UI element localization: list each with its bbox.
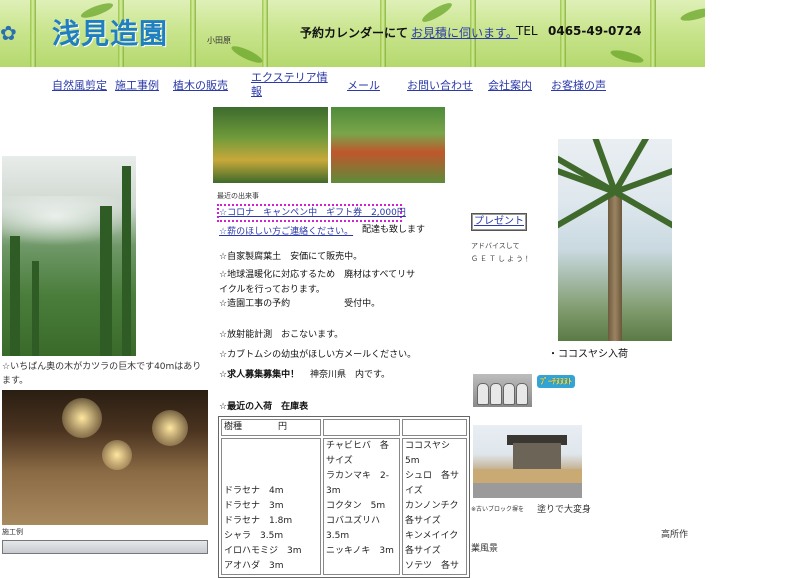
advice-line-1: アドバイスして <box>471 242 520 250</box>
leaf-decoration <box>679 5 705 24</box>
autumn-garden-photo <box>213 107 328 183</box>
stock-item: ニッキノキ 3m <box>326 546 394 556</box>
stock-col-2: チャビヒバ 各サイズ ラカンマキ 2-3m コクタン 5m コバユズリハ 3.5… <box>323 438 400 575</box>
header-banner: ✿ 浅見造園 小田原 予約カレンダーにて お見積に伺います。 TEL 0465-4… <box>0 0 705 67</box>
stock-item: カンノンチク 各サイズ <box>405 501 468 526</box>
table-header <box>323 419 400 436</box>
stock-item: チャビヒバ 各サイズ <box>326 441 389 466</box>
nav-mail[interactable]: メール <box>347 77 380 93</box>
figurine-shape <box>490 383 502 405</box>
figurine-shape <box>477 383 489 405</box>
leaf-decoration <box>229 43 265 66</box>
stock-item: ラカンマキ 2-3m <box>326 471 389 496</box>
lamp-light <box>62 398 102 438</box>
stock-item: シャラ 3.5m <box>224 531 284 541</box>
leaf-mold-line: ☆自家製腐葉土 安価にて販売中。 <box>219 252 363 262</box>
leaf-decoration <box>609 47 645 66</box>
bamboo-decoration <box>262 0 268 67</box>
mist-overlay <box>2 196 136 246</box>
bamboo-decoration <box>30 0 36 67</box>
stock-col-1: ドラセナ 4m ドラセナ 3m ドラセナ 1.8m シャラ 3.5m イロハモミ… <box>221 438 321 575</box>
figurine-shape <box>503 383 515 405</box>
house-wall-photo <box>473 425 582 498</box>
firewood-tail: 配達も致します <box>362 225 426 235</box>
reservation-line: ☆造園工事の予約 受付中。 <box>219 299 381 309</box>
palm-frond <box>613 189 672 230</box>
beetle-line: ☆カブトムシの幼虫がほしい方メールください。 <box>219 350 417 360</box>
table-header-row: 樹種 円 <box>221 419 467 436</box>
stock-item: ドラセナ 1.8m <box>224 516 293 526</box>
road <box>473 483 582 498</box>
firewood-link[interactable]: ☆薪のほしい方ご連絡ください。 <box>219 224 353 237</box>
bottom-photo <box>2 540 208 554</box>
nav-natural-pruning[interactable]: 自然風剪定 <box>52 77 107 93</box>
stock-item: ソテツ 各サ <box>405 561 460 571</box>
tree-shape <box>32 261 39 356</box>
tree-shape <box>122 166 131 356</box>
reserve-label: 予約カレンダーにて <box>300 26 409 40</box>
coco-palm-photo <box>558 139 672 341</box>
bottom-right-text-1: 高所作 <box>661 530 689 540</box>
house-body <box>513 443 561 471</box>
site-title[interactable]: 浅見造園 <box>52 12 168 52</box>
stock-item: イロハモミジ 3m <box>224 546 302 556</box>
campaign-box[interactable]: ☆コロナ キャンペン中 ギフト券 2,000円 <box>217 204 406 222</box>
table-header: 樹種 円 <box>221 419 321 436</box>
promo-badge[interactable]: ﾌﾞｰﾁﾇﾇﾇﾄ <box>537 375 575 388</box>
recycle-line: ☆地球温暖化に対応するため 廃材はすべてリサイクルを行っております。 <box>219 270 416 295</box>
advice-line-2: ＧＥＴしよう！ <box>471 255 534 263</box>
recruit-bold: ☆求人募集募集中！ <box>219 370 300 380</box>
stock-item: ココスヤシ 5m <box>405 441 460 466</box>
nav-works[interactable]: 施工事例 <box>115 77 159 93</box>
leaf-decoration <box>420 0 454 25</box>
stock-item: アオハダ 3m <box>224 561 284 571</box>
tel-label: TEL <box>516 24 538 38</box>
bamboo-decoration <box>650 0 656 67</box>
stock-item: コバユズリハ 3.5m <box>326 516 390 541</box>
campaign-link[interactable]: ☆コロナ キャンペン中 ギフト券 2,000円 <box>219 208 406 218</box>
nav-tree-sales[interactable]: 植木の販売 <box>173 77 228 93</box>
lamp-light <box>102 440 132 470</box>
house-caption-small: ※古いブロック塀を <box>471 506 525 513</box>
figurines-photo[interactable] <box>473 374 532 407</box>
nav-contact[interactable]: お問い合わせ <box>407 77 473 93</box>
palm-trunk <box>608 189 622 341</box>
stock-col-3: ココスヤシ 5m シュロ 各サイズ カンノンチク 各サイズ キンメイイク 各サイ… <box>402 438 468 575</box>
bamboo-decoration <box>190 0 196 67</box>
tree-shape <box>10 236 20 356</box>
stock-title: ☆最近の入荷 在庫表 <box>219 402 309 412</box>
stock-item: ドラセナ 3m <box>224 501 284 511</box>
forest-photo <box>2 156 136 356</box>
stock-item: コクタン 5m <box>326 501 386 511</box>
nav-exterior-info[interactable]: エクステリア情報 <box>251 71 329 99</box>
estimate-link[interactable]: お見積に伺います。 <box>411 26 518 40</box>
bottom-photo-caption: 施工例 <box>2 528 23 536</box>
block-wall <box>473 469 582 483</box>
stock-item: ドラセナ 4m <box>224 486 284 496</box>
logo-icon: ✿ <box>0 21 17 45</box>
stock-item: シュロ 各サイズ <box>405 471 460 496</box>
nav-company[interactable]: 会社案内 <box>488 77 532 93</box>
present-button[interactable]: プレゼント <box>471 213 527 231</box>
nav-customer-voice[interactable]: お客様の声 <box>551 77 606 93</box>
tree-shape <box>100 206 112 356</box>
recent-label: 最近の出来事 <box>217 192 259 200</box>
table-header <box>402 419 467 436</box>
forest-caption: ☆いちばん奥の木がカツラの巨木です40mはあります。 <box>2 362 202 386</box>
table-row: ドラセナ 4m ドラセナ 3m ドラセナ 1.8m シャラ 3.5m イロハモミ… <box>221 438 468 575</box>
recruit-text: 神奈川県 内です。 <box>309 370 391 380</box>
figurine-shape <box>516 383 528 405</box>
advice-text: アドバイスして ＧＥＴしよう！ <box>471 240 534 266</box>
house-caption: 塗りで大変身 <box>537 505 592 515</box>
reserve-text: 予約カレンダーにて お見積に伺います。 <box>300 24 518 41</box>
garden-path-photo <box>2 390 208 525</box>
recruit-line: ☆求人募集募集中！ 神奈川県 内です。 <box>219 368 390 383</box>
radiation-line: ☆放射能計測 おこないます。 <box>219 330 344 340</box>
palm-caption: ・ココスヤシ入荷 <box>548 349 628 360</box>
region-label: 小田原 <box>207 36 231 45</box>
tel-number: 0465-49-0724 <box>548 24 642 38</box>
maple-garden-photo <box>331 107 445 183</box>
stock-item: キンメイイク 各サイズ <box>405 531 468 556</box>
lamp-light <box>152 410 188 446</box>
